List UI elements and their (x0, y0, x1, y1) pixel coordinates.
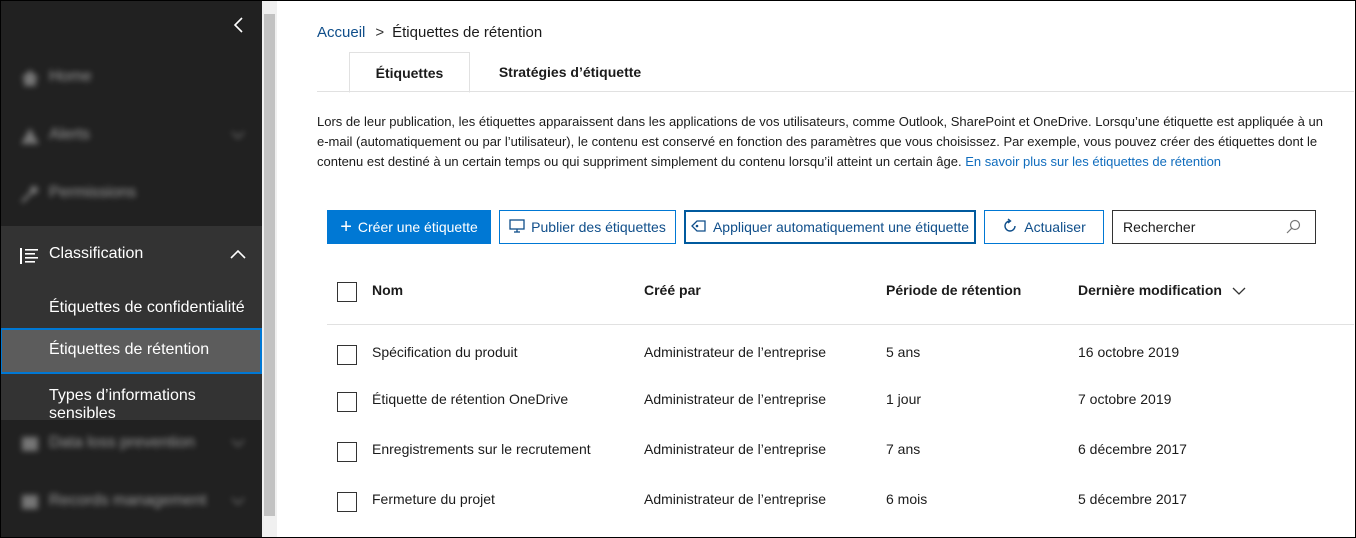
column-header-last-modified[interactable]: Dernière modification (1078, 282, 1246, 299)
table-cell-retention-period: 7 ans (886, 441, 921, 457)
tag-icon (691, 219, 707, 236)
table-cell-name[interactable]: Étiquette de rétention OneDrive (372, 391, 568, 407)
refresh-icon (1002, 217, 1018, 237)
table-cell-created-by: Administrateur de l’entreprise (644, 441, 827, 457)
nav-item-label: Alerts (49, 126, 90, 143)
shield-icon (20, 435, 40, 453)
auto-apply-label-button[interactable]: Appliquer automatiquement une étiquette (684, 210, 976, 244)
table-cell-last-modified: 5 décembre 2017 (1078, 491, 1187, 507)
sidebar-item-sensitivity-labels[interactable]: Étiquettes de confidentialité (0, 286, 262, 332)
refresh-button[interactable]: Actualiser (984, 210, 1104, 244)
chevron-up-icon (228, 244, 248, 269)
breadcrumb-separator: > (375, 24, 385, 41)
tab-label-policies[interactable]: Stratégies d’étiquette (495, 52, 645, 91)
alert-icon (20, 127, 40, 145)
search-input[interactable]: Rechercher (1112, 210, 1316, 244)
row-checkbox[interactable] (337, 492, 357, 512)
search-placeholder: Rechercher (1123, 219, 1196, 235)
nav-item-label: Records management (49, 492, 207, 509)
table-cell-created-by: Administrateur de l’entreprise (644, 391, 827, 407)
sidebar-item-label: Étiquettes de rétention (49, 341, 210, 358)
publish-labels-button[interactable]: Publier des étiquettes (499, 210, 676, 244)
nav-scrollbar-thumb[interactable] (264, 14, 275, 516)
sidebar-item-sensitive-info-types[interactable]: Types d’informations sensibles (0, 374, 262, 422)
collapse-nav-icon[interactable] (226, 12, 252, 38)
table-cell-retention-period: 5 ans (886, 344, 921, 360)
table-cell-retention-period: 1 jour (886, 391, 922, 407)
list-icon (19, 246, 39, 271)
nav-item-label: Classification (49, 245, 144, 262)
nav-item-label: Permissions (49, 184, 137, 201)
nav-item-classification[interactable]: Classification (0, 226, 262, 286)
nav-item-records[interactable]: Records management (0, 474, 262, 532)
left-nav: Home Alerts Permissions Classification É… (0, 0, 262, 538)
chevron-down-icon (228, 124, 248, 144)
column-header-label: Dernière modification (1078, 282, 1222, 298)
publish-labels-text: Publier des étiquettes (531, 219, 666, 235)
sidebar-item-label: Étiquettes de confidentialité (49, 299, 245, 316)
nav-item-home[interactable]: Home (0, 50, 262, 108)
main-content: Accueil > Étiquettes de rétention Étiquett… (277, 0, 1354, 538)
row-checkbox[interactable] (337, 442, 357, 462)
table-cell-last-modified: 7 octobre 2019 (1078, 391, 1172, 407)
tab-divider (317, 91, 1354, 92)
table-cell-retention-period: 6 mois (886, 491, 928, 507)
table-cell-last-modified: 16 octobre 2019 (1078, 344, 1180, 360)
column-header-retention-period[interactable]: Période de rétention (886, 282, 1021, 298)
search-icon[interactable] (1285, 219, 1301, 240)
table-header-divider (327, 324, 1354, 325)
page-description: Lors de leur publication, les étiquettes… (317, 112, 1337, 172)
create-label-button[interactable]: + Créer une étiquette (327, 210, 491, 244)
refresh-text: Actualiser (1024, 219, 1086, 235)
row-checkbox[interactable] (337, 345, 357, 365)
key-icon (20, 185, 40, 204)
column-header-created-by[interactable]: Créé par (644, 282, 701, 298)
chevron-down-icon (228, 490, 248, 510)
learn-more-link[interactable]: En savoir plus sur les étiquettes de rét… (965, 154, 1221, 169)
breadcrumb: Accueil > Étiquettes de rétention (317, 24, 542, 41)
row-checkbox[interactable] (337, 392, 357, 412)
sort-descending-icon (1232, 283, 1246, 299)
breadcrumb-home-link[interactable]: Accueil (317, 24, 365, 41)
nav-item-dlp[interactable]: Data loss prevention (0, 416, 262, 474)
table-cell-name[interactable]: Spécification du produit (372, 344, 518, 360)
table-cell-name[interactable]: Enregistrements sur le recrutement (372, 441, 591, 457)
table-cell-created-by: Administrateur de l’entreprise (644, 344, 827, 360)
chevron-down-icon (228, 432, 248, 452)
records-icon (20, 493, 40, 511)
select-all-checkbox[interactable] (337, 282, 357, 302)
nav-item-label: Home (49, 68, 92, 85)
create-label-text: Créer une étiquette (357, 219, 478, 235)
table-cell-name[interactable]: Fermeture du projet (372, 491, 495, 507)
auto-apply-label-text: Appliquer automatiquement une étiquette (712, 219, 970, 235)
sidebar-item-retention-labels[interactable]: Étiquettes de rétention (0, 328, 262, 374)
nav-item-label: Data loss prevention (49, 434, 195, 451)
tab-labels[interactable]: Étiquettes (349, 52, 470, 93)
home-icon (20, 69, 40, 87)
nav-item-alerts[interactable]: Alerts (0, 108, 262, 166)
nav-item-permissions[interactable]: Permissions (0, 166, 262, 224)
plus-icon: + (340, 216, 352, 238)
column-header-name[interactable]: Nom (372, 282, 403, 298)
table-cell-last-modified: 6 décembre 2017 (1078, 441, 1187, 457)
breadcrumb-current: Étiquettes de rétention (392, 24, 543, 41)
publish-icon (509, 218, 525, 236)
table-cell-created-by: Administrateur de l’entreprise (644, 491, 827, 507)
